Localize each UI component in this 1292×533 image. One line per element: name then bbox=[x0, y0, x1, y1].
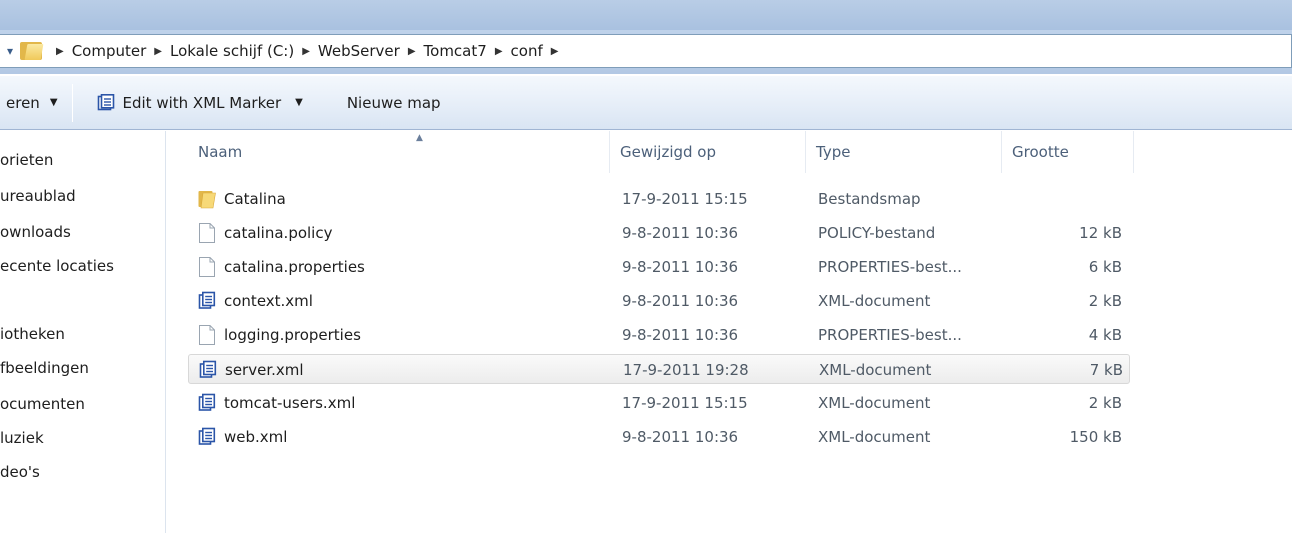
crumb-separator-icon[interactable]: ▶ bbox=[154, 46, 162, 57]
file-size: 150 kB bbox=[1069, 428, 1122, 446]
file-size: 7 kB bbox=[1089, 361, 1123, 379]
chevron-down-icon: ▼ bbox=[295, 97, 303, 108]
file-name: catalina.properties bbox=[224, 258, 365, 276]
file-modified: 17-9-2011 19:28 bbox=[623, 361, 749, 379]
file-name-cell[interactable]: context.xml bbox=[198, 286, 610, 316]
xml-file-icon bbox=[198, 290, 224, 312]
file-modified: 9-8-2011 10:36 bbox=[622, 292, 739, 310]
file-name: context.xml bbox=[224, 292, 313, 310]
column-header-type[interactable]: Type bbox=[806, 131, 1002, 173]
crumb-separator-icon[interactable]: ▶ bbox=[551, 46, 559, 57]
file-type: PROPERTIES-best... bbox=[818, 326, 962, 344]
crumb-separator-icon[interactable]: ▶ bbox=[302, 46, 310, 57]
file-name-cell[interactable]: tomcat-users.xml bbox=[198, 388, 610, 418]
window-frame-top bbox=[0, 0, 1292, 30]
file-name-cell[interactable]: logging.properties bbox=[198, 320, 610, 350]
nav-item-pictures[interactable]: fbeeldingen bbox=[0, 359, 89, 377]
file-name: server.xml bbox=[225, 361, 304, 379]
file-name-cell[interactable]: web.xml bbox=[198, 422, 610, 452]
navigation-pane: orieten ureaublad ownloads ecente locati… bbox=[0, 131, 166, 533]
file-name: logging.properties bbox=[224, 326, 361, 344]
chevron-down-icon: ▼ bbox=[49, 97, 58, 108]
file-list: ▲ Naam Gewijzigd op Type Grootte Catalin… bbox=[166, 131, 1292, 533]
column-header-size[interactable]: Grootte bbox=[1002, 131, 1134, 173]
nav-item-favorites[interactable]: orieten bbox=[0, 151, 53, 169]
address-bar: ▾ ▶ Computer ▶ Lokale schijf (C:) ▶ WebS… bbox=[0, 30, 1292, 74]
file-name: web.xml bbox=[224, 428, 288, 446]
edit-with-xml-marker-button[interactable]: Edit with XML Marker ▼ bbox=[73, 84, 317, 122]
file-type: XML-document bbox=[818, 292, 931, 310]
nav-item-libraries[interactable]: iotheken bbox=[0, 325, 65, 343]
xml-file-icon bbox=[199, 359, 225, 381]
organize-label: eren bbox=[6, 93, 40, 112]
file-modified: 9-8-2011 10:36 bbox=[622, 224, 739, 242]
file-name-cell[interactable]: catalina.policy bbox=[198, 218, 610, 248]
file-modified: 17-9-2011 15:15 bbox=[622, 394, 748, 412]
file-row[interactable]: tomcat-users.xml 17-9-2011 15:15 XML-docum… bbox=[188, 388, 1130, 418]
column-header-name[interactable]: Naam bbox=[188, 131, 610, 173]
xml-file-icon bbox=[198, 426, 224, 448]
file-modified: 9-8-2011 10:36 bbox=[622, 258, 739, 276]
breadcrumb-computer[interactable]: Computer bbox=[72, 42, 147, 60]
command-bar: eren ▼ Edit with XML Marker ▼ Nieuwe map bbox=[0, 76, 1292, 130]
xml-marker-label: Edit with XML Marker bbox=[122, 93, 282, 112]
file-type: POLICY-bestand bbox=[818, 224, 936, 242]
file-size: 12 kB bbox=[1079, 224, 1122, 242]
file-name: tomcat-users.xml bbox=[224, 394, 356, 412]
file-icon bbox=[198, 324, 224, 346]
file-row[interactable]: catalina.policy 9-8-2011 10:36 POLICY-best… bbox=[188, 218, 1130, 248]
file-icon bbox=[198, 222, 224, 244]
file-name: Catalina bbox=[224, 190, 286, 208]
column-header: ▲ Naam Gewijzigd op Type Grootte bbox=[188, 131, 1138, 173]
file-icon bbox=[198, 256, 224, 278]
crumb-separator-icon[interactable]: ▶ bbox=[495, 46, 503, 57]
file-size: 2 kB bbox=[1088, 292, 1122, 310]
file-type: XML-document bbox=[818, 428, 931, 446]
file-row[interactable]: logging.properties 9-8-2011 10:36 PROPERTI… bbox=[188, 320, 1130, 350]
breadcrumb-conf[interactable]: conf bbox=[511, 42, 543, 60]
file-row[interactable]: Catalina 17-9-2011 15:15 Bestandsmap bbox=[188, 184, 1130, 214]
organize-button[interactable]: eren ▼ bbox=[0, 84, 72, 122]
address-box[interactable]: ▾ ▶ Computer ▶ Lokale schijf (C:) ▶ WebS… bbox=[0, 34, 1292, 68]
file-modified: 17-9-2011 15:15 bbox=[622, 190, 748, 208]
file-modified: 9-8-2011 10:36 bbox=[622, 326, 739, 344]
file-row[interactable]: server.xml 17-9-2011 19:28 XML-document 7 k… bbox=[188, 354, 1130, 384]
file-name-cell[interactable]: server.xml bbox=[199, 355, 611, 385]
new-folder-label: Nieuwe map bbox=[346, 93, 441, 112]
file-modified: 9-8-2011 10:36 bbox=[622, 428, 739, 446]
file-type: PROPERTIES-best... bbox=[818, 258, 962, 276]
file-name: catalina.policy bbox=[224, 224, 333, 242]
nav-item-downloads[interactable]: ownloads bbox=[0, 223, 71, 241]
history-dropdown-icon[interactable]: ▾ bbox=[0, 35, 20, 67]
breadcrumb-local-disk[interactable]: Lokale schijf (C:) bbox=[170, 42, 294, 60]
breadcrumb-webserver[interactable]: WebServer bbox=[318, 42, 400, 60]
folder-icon bbox=[20, 42, 44, 60]
nav-item-music[interactable]: luziek bbox=[0, 429, 44, 447]
breadcrumb-tomcat7[interactable]: Tomcat7 bbox=[424, 42, 487, 60]
new-folder-button[interactable]: Nieuwe map bbox=[317, 84, 455, 122]
crumb-separator-icon[interactable]: ▶ bbox=[56, 46, 64, 57]
file-row[interactable]: context.xml 9-8-2011 10:36 XML-document 2 k… bbox=[188, 286, 1130, 316]
nav-item-desktop[interactable]: ureaublad bbox=[0, 187, 76, 205]
crumb-separator-icon[interactable]: ▶ bbox=[408, 46, 416, 57]
nav-item-videos[interactable]: deo's bbox=[0, 463, 40, 481]
nav-item-documents[interactable]: ocumenten bbox=[0, 395, 85, 413]
file-row[interactable]: web.xml 9-8-2011 10:36 XML-document 150 kB bbox=[188, 422, 1130, 452]
file-size: 4 kB bbox=[1088, 326, 1122, 344]
file-type: XML-document bbox=[819, 361, 932, 379]
file-type: Bestandsmap bbox=[818, 190, 921, 208]
file-size: 2 kB bbox=[1088, 394, 1122, 412]
nav-item-recent-places[interactable]: ecente locaties bbox=[0, 257, 114, 275]
file-type: XML-document bbox=[818, 394, 931, 412]
xml-marker-icon bbox=[97, 93, 114, 110]
file-size bbox=[1002, 184, 1122, 214]
folder-icon bbox=[198, 188, 224, 210]
column-header-modified[interactable]: Gewijzigd op bbox=[610, 131, 806, 173]
xml-file-icon bbox=[198, 392, 224, 414]
file-name-cell[interactable]: Catalina bbox=[198, 184, 610, 214]
file-name-cell[interactable]: catalina.properties bbox=[198, 252, 610, 282]
file-size: 6 kB bbox=[1088, 258, 1122, 276]
file-row[interactable]: catalina.properties 9-8-2011 10:36 PROPERT… bbox=[188, 252, 1130, 282]
